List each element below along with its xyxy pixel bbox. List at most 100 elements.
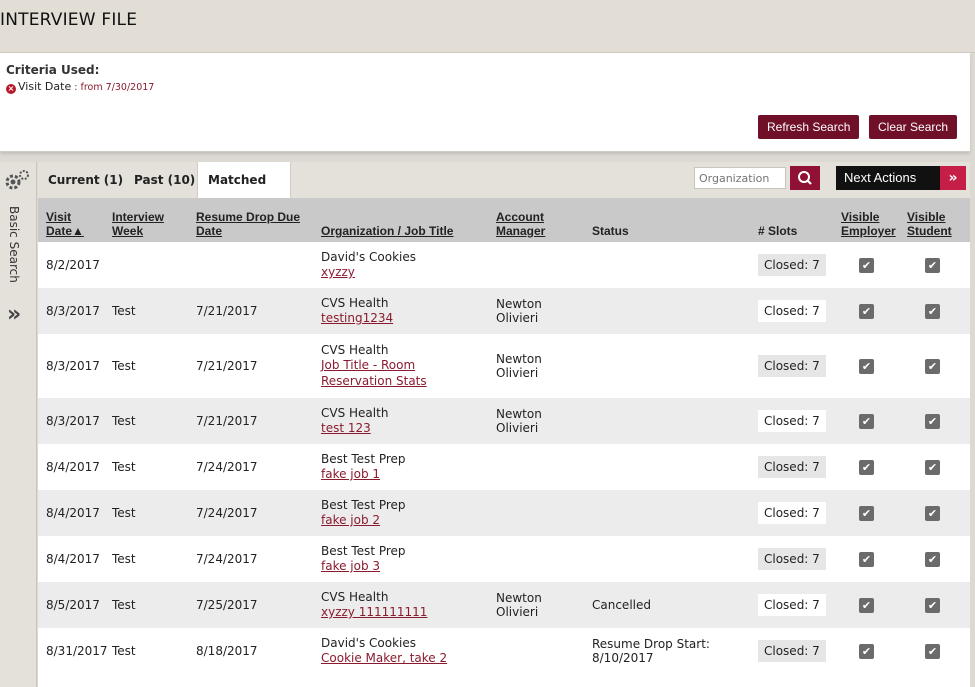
organization-name: CVS Health [321, 590, 389, 604]
clear-search-button[interactable]: Clear Search [869, 115, 958, 139]
tab-matched[interactable]: Matched (9) [197, 162, 291, 223]
checkbox-checked-icon[interactable]: ✔ [859, 505, 874, 521]
interview-week-cell [112, 242, 196, 288]
job-title-link[interactable]: Job Title - Room [321, 357, 496, 373]
checkbox-checked-icon[interactable]: ✔ [925, 597, 940, 613]
basic-search-toggle[interactable]: Basic Search [7, 206, 21, 283]
organization-search-input[interactable] [694, 167, 786, 189]
checkbox-checked-icon[interactable]: ✔ [859, 413, 874, 429]
status-cell [592, 242, 758, 288]
slots-badge: Closed: 7 [758, 548, 826, 570]
organization-job-cell: Best Test Prep fake job 3 [321, 536, 496, 582]
interview-week-cell: Test [112, 598, 136, 612]
checkbox-checked-icon[interactable]: ✔ [925, 303, 940, 319]
page-header: INTERVIEW FILE [0, 0, 975, 53]
slots-cell: Closed: 7 [758, 242, 841, 288]
job-title-link[interactable]: Reservation Stats [321, 373, 496, 389]
slots-badge: Closed: 7 [758, 254, 826, 276]
checkbox-checked-icon[interactable]: ✔ [859, 303, 874, 319]
organization-job-cell: CVS Health test 123 [321, 398, 496, 444]
table-row: 8/31/2017 Test 8/18/2017 David's Cookies Coo… [38, 628, 970, 674]
refresh-search-button[interactable]: Refresh Search [758, 115, 860, 139]
visible-student-cell: ✔ [907, 490, 970, 536]
tab-past[interactable]: Past (10) [124, 162, 205, 198]
account-manager-cell [496, 536, 592, 582]
organization-name: Best Test Prep [321, 498, 406, 512]
col-visible-student[interactable]: Visible Student [907, 198, 970, 242]
checkbox-checked-icon[interactable]: ✔ [859, 597, 874, 613]
job-title-link[interactable]: testing1234 [321, 310, 496, 326]
remove-icon[interactable]: × [6, 84, 16, 94]
slots-badge: Closed: 7 [758, 456, 826, 478]
checkbox-checked-icon[interactable]: ✔ [925, 643, 940, 659]
resume-due-cell: 7/24/2017 [196, 460, 258, 474]
checkbox-checked-icon[interactable]: ✔ [925, 257, 940, 273]
visible-employer-cell: ✔ [841, 398, 907, 444]
col-account-manager[interactable]: Account Manager [496, 198, 592, 242]
slots-cell: Closed: 7 [758, 288, 841, 334]
checkbox-checked-icon[interactable]: ✔ [859, 358, 874, 374]
next-actions-arrow[interactable]: » [940, 166, 966, 190]
account-manager-cell [496, 242, 592, 288]
gear-icon[interactable] [3, 169, 31, 191]
slots-badge: Closed: 7 [758, 410, 826, 432]
status-cell [592, 334, 758, 398]
visible-student-cell: ✔ [907, 242, 970, 288]
visible-employer-cell: ✔ [841, 288, 907, 334]
visit-date-cell: 8/3/2017 [46, 304, 100, 318]
checkbox-checked-icon[interactable]: ✔ [859, 459, 874, 475]
job-title-link[interactable]: fake job 1 [321, 466, 496, 482]
checkbox-checked-icon[interactable]: ✔ [925, 413, 940, 429]
manager-last: Olivieri [496, 311, 539, 325]
chevron-double-right-icon[interactable]: » [7, 302, 21, 327]
organization-job-cell: Best Test Prep fake job 2 [321, 490, 496, 536]
checkbox-checked-icon[interactable]: ✔ [859, 551, 874, 567]
criteria-label: Criteria Used: [6, 63, 100, 77]
job-title-link[interactable]: test 123 [321, 420, 496, 436]
table-row: 8/3/2017 Test 7/21/2017 CVS Health testing12… [38, 288, 970, 334]
manager-first: Newton [496, 591, 542, 605]
checkbox-checked-icon[interactable]: ✔ [925, 551, 940, 567]
job-title-link[interactable]: xyzzy 111111111 [321, 604, 496, 620]
checkbox-checked-icon[interactable]: ✔ [925, 358, 940, 374]
visible-student-cell: ✔ [907, 582, 970, 628]
slots-cell: Closed: 7 [758, 536, 841, 582]
job-title-link[interactable]: fake job 3 [321, 558, 496, 574]
visit-date-cell: 8/3/2017 [46, 359, 100, 373]
checkbox-checked-icon[interactable]: ✔ [925, 505, 940, 521]
job-title-link[interactable]: xyzzy [321, 264, 496, 280]
col-visible-employer[interactable]: Visible Employer [841, 198, 907, 242]
col-interview-week[interactable]: Interview Week [112, 198, 196, 242]
slots-cell: Closed: 7 [758, 582, 841, 628]
visible-employer-cell: ✔ [841, 334, 907, 398]
col-organization-job[interactable]: Organization / Job Title [321, 198, 496, 242]
search-icon [798, 171, 812, 185]
search-button[interactable] [790, 166, 820, 190]
interview-week-cell: Test [112, 460, 136, 474]
slots-badge: Closed: 7 [758, 300, 826, 322]
job-title-link[interactable]: fake job 2 [321, 512, 496, 528]
col-visit-date[interactable]: Visit Date▲ [38, 198, 112, 242]
checkbox-checked-icon[interactable]: ✔ [925, 459, 940, 475]
visible-student-cell: ✔ [907, 536, 970, 582]
status-line-1: Resume Drop Start: [592, 637, 710, 651]
col-resume-due[interactable]: Resume Drop Due Date [196, 198, 321, 242]
visit-date-cell: 8/4/2017 [46, 460, 100, 474]
resume-due-cell: 7/21/2017 [196, 304, 258, 318]
organization-name: Best Test Prep [321, 452, 406, 466]
manager-first: Newton [496, 407, 542, 421]
tab-bar: Current (1) Past (10) Matched (9) Next A… [38, 162, 970, 223]
table-row: 8/3/2017 Test 7/21/2017 CVS Health Job Title… [38, 334, 970, 398]
slots-cell: Closed: 7 [758, 398, 841, 444]
checkbox-checked-icon[interactable]: ✔ [859, 643, 874, 659]
next-actions-button[interactable]: Next Actions [836, 166, 940, 190]
interview-week-cell: Test [112, 552, 136, 566]
job-title-link[interactable]: Cookie Maker, take 2 [321, 650, 496, 666]
visit-date-cell: 8/4/2017 [46, 552, 100, 566]
organization-job-cell: CVS Health xyzzy 111111111 [321, 582, 496, 628]
visible-employer-cell: ✔ [841, 490, 907, 536]
status-cell [592, 444, 758, 490]
tab-current[interactable]: Current (1) [38, 162, 133, 198]
checkbox-checked-icon[interactable]: ✔ [859, 257, 874, 273]
organization-name: CVS Health [321, 406, 389, 420]
